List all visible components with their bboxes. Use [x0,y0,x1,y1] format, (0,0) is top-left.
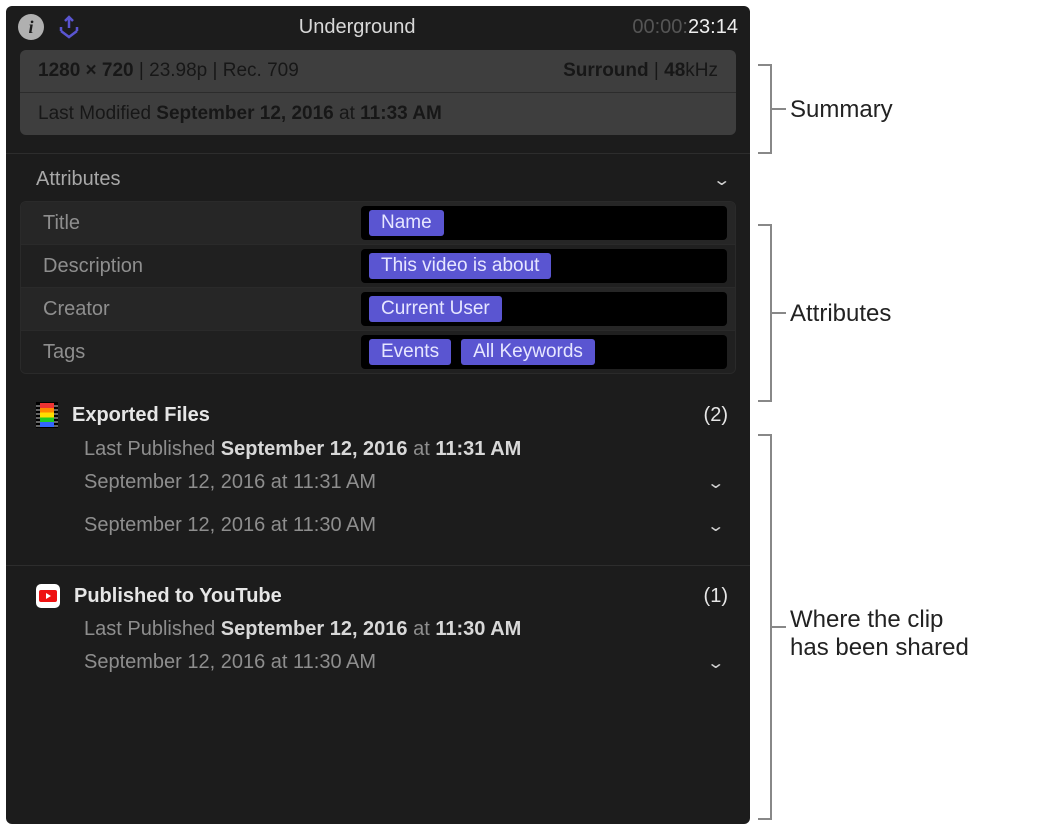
attribute-token[interactable]: Name [369,210,444,236]
chevron-down-icon: ⌄ [706,516,725,536]
share-last-published: Last Published September 12, 2016 at 11:… [36,608,728,641]
share-title: Exported Files [72,404,210,427]
annotation-attributes: Attributes [790,300,891,328]
attribute-row-creator: Creator Current User [21,287,735,330]
summary-audio-label: Surround [563,60,649,81]
attribute-row-tags: Tags Events All Keywords [21,330,735,373]
summary-format-left: 1280 × 720 | 23.98p | Rec. 709 [38,60,299,82]
summary-format-row: 1280 × 720 | 23.98p | Rec. 709 Surround … [20,50,736,92]
info-icon[interactable]: i [18,14,44,40]
attribute-token[interactable]: This video is about [369,253,551,279]
share-last-published: Last Published September 12, 2016 at 11:… [36,428,728,461]
annotation-bracket-shared [758,434,772,820]
attribute-token[interactable]: Current User [369,296,502,322]
chevron-down-icon: ⌄ [706,653,725,673]
summary-color-space: Rec. 709 [223,60,299,81]
share-item-text: September 12, 2016 at 11:31 AM [84,471,376,494]
clip-title: Underground [94,16,620,39]
attribute-label: Tags [21,333,361,372]
attribute-row-description: Description This video is about [21,244,735,287]
chevron-down-icon: ⌄ [712,170,731,190]
share-item-text: September 12, 2016 at 11:30 AM [84,514,376,537]
timecode: 00:00:23:14 [632,16,738,39]
attribute-label: Description [21,247,361,286]
summary-box: 1280 × 720 | 23.98p | Rec. 709 Surround … [20,50,736,135]
annotation-shared: Where the clip has been shared [790,606,969,662]
share-icon[interactable] [56,14,82,40]
film-icon [36,402,58,428]
summary-modified-row: Last Modified September 12, 2016 at 11:3… [20,93,736,135]
share-count: (1) [704,585,728,608]
attribute-value-creator[interactable]: Current User [361,292,727,326]
attribute-value-title[interactable]: Name [361,206,727,240]
share-item-text: September 12, 2016 at 11:30 AM [84,651,376,674]
share-head-exported[interactable]: Exported Files (2) [36,402,728,428]
youtube-icon [36,584,60,608]
share-inspector-panel: i Underground 00:00:23:14 1280 × 720 | 2… [6,6,750,824]
share-item[interactable]: September 12, 2016 at 11:30 AM ⌄ [36,641,728,684]
attribute-label: Title [21,204,361,243]
attributes-label: Attributes [36,168,120,191]
share-head-youtube[interactable]: Published to YouTube (1) [36,584,728,608]
attribute-value-description[interactable]: This video is about [361,249,727,283]
annotation-bracket-summary [758,64,772,154]
inspector-header: i Underground 00:00:23:14 [6,6,750,50]
attribute-row-title: Title Name [21,202,735,244]
share-item[interactable]: September 12, 2016 at 11:30 AM ⌄ [36,504,728,547]
attribute-token[interactable]: All Keywords [461,339,595,365]
attributes-section: Title Name Description This video is abo… [20,201,736,374]
chevron-down-icon: ⌄ [706,473,725,493]
timecode-bright: 23:14 [688,16,738,38]
annotation-summary: Summary [790,96,893,124]
summary-audio-rate: 48 [664,60,685,81]
attribute-token[interactable]: Events [369,339,451,365]
share-count: (2) [704,404,728,427]
share-item[interactable]: September 12, 2016 at 11:31 AM ⌄ [36,461,728,504]
summary-audio: Surround | 48kHz [563,60,718,82]
attribute-value-tags[interactable]: Events All Keywords [361,335,727,369]
summary-modified-time: 11:33 AM [360,103,442,124]
summary-frame-rate: 23.98p [149,60,207,81]
annotation-bracket-attributes [758,224,772,402]
timecode-dim: 00:00: [632,16,688,38]
share-title: Published to YouTube [74,585,282,608]
summary-resolution: 1280 × 720 [38,60,134,81]
share-block-exported: Exported Files (2) Last Published Septem… [6,384,750,551]
summary-modified-date: September 12, 2016 [156,103,333,124]
share-block-youtube: Published to YouTube (1) Last Published … [6,566,750,688]
attribute-label: Creator [21,290,361,329]
attributes-header[interactable]: Attributes ⌄ [6,154,750,201]
